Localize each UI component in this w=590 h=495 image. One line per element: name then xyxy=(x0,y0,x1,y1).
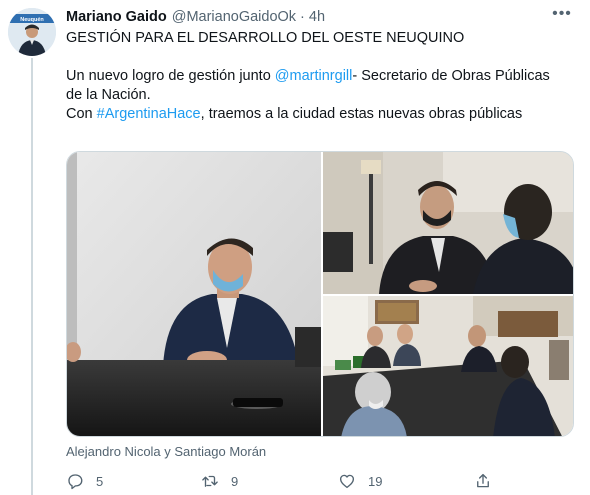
photo-1-image xyxy=(67,152,321,436)
tweet-actions: 5 9 19 xyxy=(66,472,566,492)
tweet-line-2: de la Nación. xyxy=(66,87,151,103)
share-icon xyxy=(477,473,489,488)
tweet-line-1-suffix: - Secretario de Obras Públicas xyxy=(352,68,550,84)
tweet-headline: GESTIÓN PARA EL DESARROLLO DEL OESTE NEU… xyxy=(66,30,465,46)
photo-3-image xyxy=(323,296,573,436)
avatar[interactable]: Neuquén xyxy=(8,8,56,56)
photo-1[interactable] xyxy=(67,152,321,436)
tweet-line-1-prefix: Un nuevo logro de gestión junto xyxy=(66,68,275,84)
more-icon[interactable]: ••• xyxy=(552,6,572,27)
photo-2-image xyxy=(323,152,573,294)
mention-link[interactable]: @martinrgill xyxy=(275,68,353,84)
tagged-people-label[interactable]: Alejandro Nicola y Santiago Morán xyxy=(66,444,266,460)
tweet-text: GESTIÓN PARA EL DESARROLLO DEL OESTE NEU… xyxy=(66,29,566,124)
media-grid xyxy=(66,151,574,437)
tagged-people[interactable]: Alejandro Nicola y Santiago Morán xyxy=(66,444,266,460)
tweet-line-1: Un nuevo logro de gestión junto @martinr… xyxy=(66,67,566,86)
avatar-caption: Neuquén xyxy=(20,17,44,23)
tweet-header: Mariano Gaido @MarianoGaidoOk · 4h ••• xyxy=(66,6,572,27)
tweet-line-3: Con #ArgentinaHace, traemos a la ciudad … xyxy=(66,105,566,124)
share-button[interactable] xyxy=(474,472,504,490)
author-handle[interactable]: @MarianoGaidoOk xyxy=(172,7,296,27)
retweet-count: 9 xyxy=(231,473,239,489)
photo-3[interactable] xyxy=(323,296,573,436)
retweet-button[interactable]: 9 xyxy=(201,472,238,490)
retweet-icon xyxy=(202,475,218,487)
reply-button[interactable]: 5 xyxy=(66,472,103,490)
thread-line xyxy=(31,58,33,495)
like-count: 19 xyxy=(368,473,383,489)
tweet-line-3-prefix: Con xyxy=(66,106,97,122)
separator-dot: · xyxy=(300,9,305,25)
like-button[interactable]: 19 xyxy=(338,472,382,490)
tweet-line-3-suffix: , traemos a la ciudad estas nuevas obras… xyxy=(200,106,523,122)
reply-count: 5 xyxy=(96,473,104,489)
tweet-timestamp[interactable]: 4h xyxy=(309,7,325,27)
hashtag-link[interactable]: #ArgentinaHace xyxy=(97,106,201,122)
photo-2[interactable] xyxy=(323,152,573,294)
avatar-image: Neuquén xyxy=(8,8,56,56)
reply-icon xyxy=(68,474,83,490)
author-name[interactable]: Mariano Gaido xyxy=(66,7,167,27)
like-icon xyxy=(339,474,355,489)
